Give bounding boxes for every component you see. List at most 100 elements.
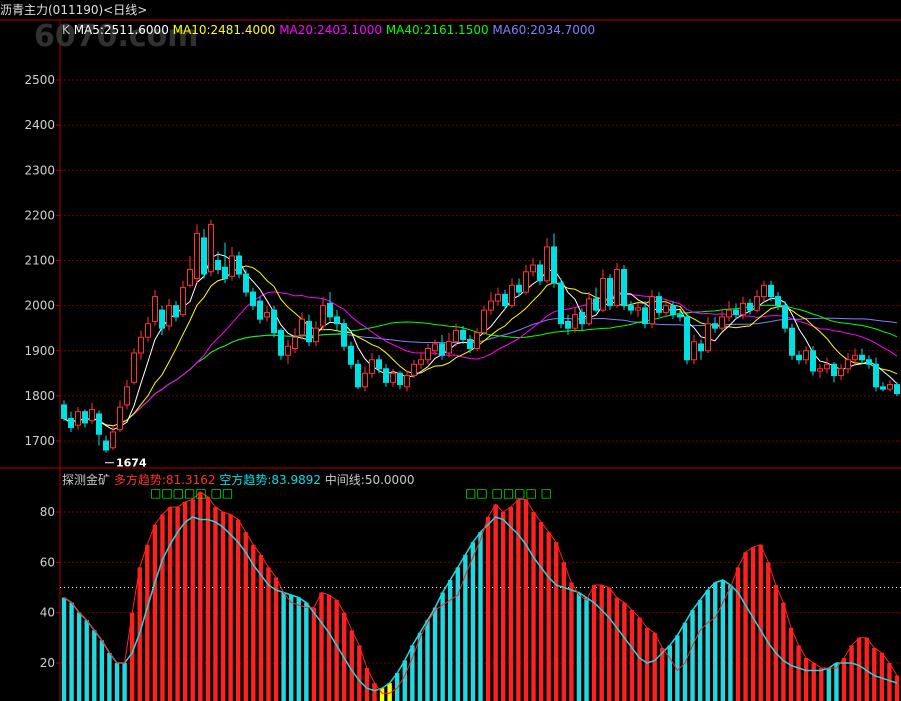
- indicator-bar-bull: [190, 499, 195, 701]
- indicator-bar-bull: [796, 645, 801, 701]
- indicator-bar-bull: [213, 506, 218, 701]
- legend-ma20: MA20:2403.1000: [275, 23, 382, 37]
- candle-down: [397, 372, 403, 386]
- indicator-bar-bear: [395, 673, 400, 701]
- indicator-tick-label: 60: [40, 555, 55, 569]
- candle-up: [117, 406, 123, 431]
- indicator-bar-bull: [652, 632, 657, 701]
- candle-down: [96, 413, 102, 435]
- indicator-bar-bear: [455, 567, 460, 701]
- candle-down: [236, 255, 242, 275]
- candle-down: [306, 320, 312, 343]
- indicator-bar-bear: [114, 663, 120, 701]
- candle-up: [761, 284, 767, 298]
- indicator-bar-bear: [720, 579, 726, 701]
- candle-up: [649, 296, 655, 325]
- candle-up: [852, 354, 858, 361]
- candle-up: [495, 293, 501, 302]
- indicator-bar-bull: [629, 610, 635, 701]
- futures-chart[interactable]: 2500 2400 2300 2200 2100 2000 1900 1800 1700 80 6…: [0, 0, 901, 701]
- candle-down: [607, 278, 613, 307]
- indicator-bar-bull: [554, 542, 559, 701]
- candle-down: [516, 284, 522, 293]
- candle-up: [509, 284, 515, 307]
- candle-down: [859, 354, 865, 361]
- candle-up: [390, 372, 396, 383]
- indicator-bar-bull: [167, 506, 173, 701]
- indicator-bar-bull: [894, 675, 900, 701]
- price-tick-label: 2000: [24, 299, 55, 313]
- indicator-bar-bull: [145, 544, 150, 701]
- price-tick-label: 2400: [24, 118, 55, 132]
- candle-down: [159, 309, 165, 329]
- candle-down: [796, 354, 802, 361]
- candle-up: [124, 386, 130, 406]
- indicator-bar-bull: [235, 519, 241, 701]
- indicator-tick-label: 20: [40, 656, 55, 670]
- candle-down: [82, 411, 88, 424]
- candle-down: [348, 345, 354, 365]
- indicator-bar-bull: [493, 504, 498, 701]
- indicator-bar-bull: [357, 645, 362, 701]
- candle-up: [635, 307, 641, 311]
- candle-up: [586, 298, 592, 325]
- candle-up: [523, 271, 529, 293]
- indicator-bar-bull: [501, 512, 506, 701]
- indicator-bar-bull: [766, 562, 771, 701]
- candle-up: [845, 359, 851, 370]
- candle-down: [712, 323, 718, 329]
- candle-up: [180, 287, 186, 316]
- candle-up: [530, 264, 536, 273]
- candle-up: [432, 343, 438, 352]
- indicator-bar-bull: [841, 657, 847, 701]
- candle-up: [285, 345, 291, 356]
- candle-down: [68, 417, 74, 428]
- indicator-bar-bear: [667, 645, 673, 701]
- candle-up: [803, 350, 809, 361]
- candle-up: [229, 255, 235, 277]
- price-axis: 2500 2400 2300 2200 2100 2000 1900 1800 1700: [24, 73, 60, 448]
- indicator-bar-bear: [728, 584, 733, 701]
- indicator-bar-bear: [281, 592, 286, 701]
- price-tick-label: 1900: [24, 344, 55, 358]
- candle-up: [663, 305, 669, 313]
- candle-up: [89, 408, 95, 422]
- candle-up: [705, 323, 711, 352]
- low-marker-label: 1674: [116, 457, 147, 470]
- candle-down: [677, 314, 683, 318]
- candle-down: [866, 359, 872, 365]
- indicator-bar-bull: [160, 514, 165, 701]
- candle-down: [628, 305, 634, 311]
- candle-down: [173, 305, 179, 318]
- indicator-bar-bull: [803, 657, 809, 701]
- indicator-bar-bull: [311, 607, 317, 701]
- candle-up: [726, 309, 732, 318]
- candle-down: [201, 237, 207, 275]
- candle-down: [621, 269, 627, 307]
- candle-up: [404, 375, 410, 388]
- candle-down: [873, 363, 879, 388]
- indicator-bar-bull: [614, 597, 620, 701]
- candle-down: [243, 273, 249, 293]
- indicator-bar-bull: [599, 584, 604, 701]
- indicator-bar-bull: [538, 522, 544, 701]
- candle-up: [320, 305, 326, 327]
- indicator-bar-bull: [887, 663, 892, 701]
- candle-up: [208, 223, 214, 273]
- price-tick-label: 2100: [24, 254, 55, 268]
- candle-down: [257, 300, 263, 320]
- indicator-bar-bull: [220, 512, 226, 701]
- candle-up: [264, 311, 270, 318]
- indicator-bar-bull: [856, 637, 862, 701]
- indicator-bar-bull: [319, 592, 324, 701]
- indicator-bar-signal: [379, 688, 385, 701]
- indicator-bar-bear: [107, 652, 112, 701]
- candle-down: [775, 296, 781, 307]
- indicator-bar-bear: [478, 532, 483, 701]
- legend-bull: 多方趋势:81.3162: [110, 472, 215, 487]
- candle-down: [327, 302, 333, 318]
- indicator-bar-bull: [781, 602, 786, 701]
- candle-down: [768, 284, 774, 298]
- indicator-tick-label: 80: [40, 505, 55, 519]
- candle-down: [376, 359, 382, 370]
